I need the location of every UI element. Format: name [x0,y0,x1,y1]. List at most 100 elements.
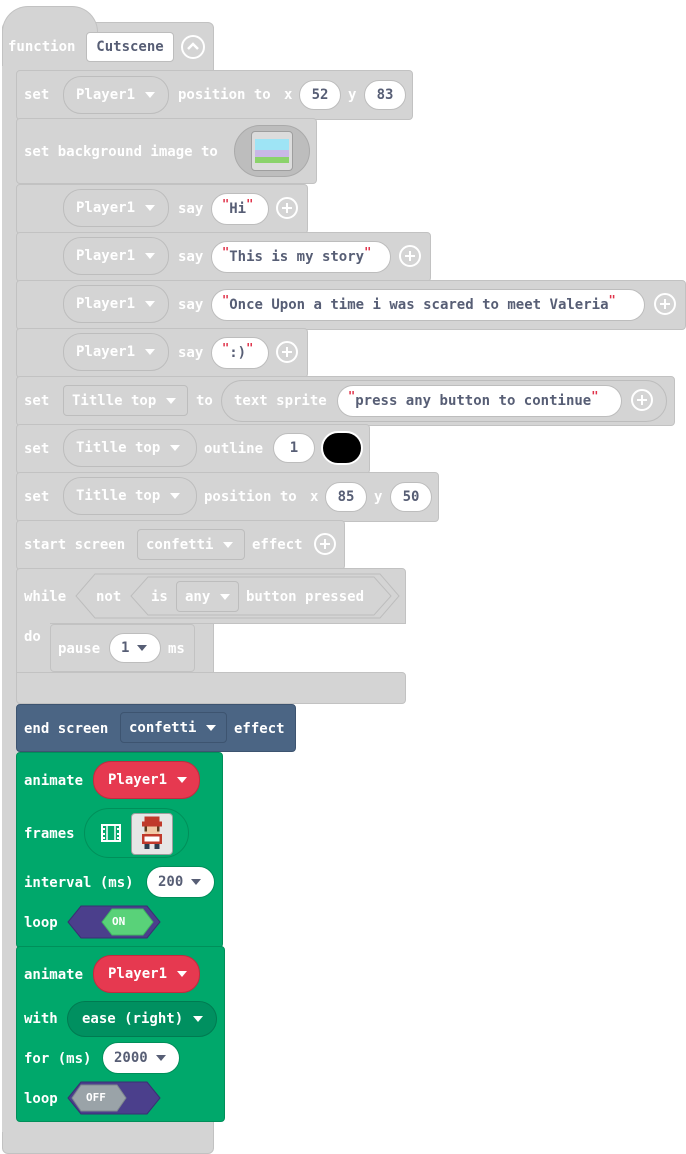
variable-dropdown-label: Titlle top [72,392,157,409]
x-value: 52 [311,87,329,103]
say-text-input[interactable]: " Once Upon a time i was scared to meet V… [211,289,645,321]
loop-label: loop [24,1091,58,1107]
caret-down-icon [206,724,217,731]
caret-down-icon [170,493,181,499]
do-keyword: do [24,629,41,645]
sprite-dropdown-label: Player1 [76,200,136,216]
animate-keyword: animate [24,967,84,983]
button-dropdown[interactable]: any [176,581,239,612]
frames-label: frames [24,826,75,842]
add-parameter-icon[interactable] [654,293,676,315]
chevron-up-icon[interactable] [181,35,205,59]
caret-down-icon [145,92,156,98]
while-keyword: while [24,589,67,605]
caret-down-icon [177,971,188,977]
caret-down-icon [170,445,181,451]
caret-down-icon [177,777,188,783]
motion-dropdown[interactable]: ease (right) [67,1001,217,1037]
add-parameter-icon[interactable] [276,341,298,363]
caret-down-icon [155,1055,166,1061]
function-name-field[interactable]: Cutscene [86,32,174,62]
sprite-dropdown[interactable]: Player1 [63,333,169,371]
duration-dropdown[interactable]: 2000 [102,1042,180,1074]
background-image-picker[interactable] [234,125,310,177]
say-text-input[interactable]: " Hi " [211,193,269,225]
set-keyword: set [24,489,50,505]
caret-down-icon [166,397,177,404]
loop-toggle-off[interactable] [67,1081,161,1115]
caret-down-icon [137,645,148,651]
caret-down-icon [220,593,231,600]
text-sprite-text-input[interactable]: " press any button to continue " [337,385,622,417]
function-spine [2,66,16,1132]
effect-dropdown[interactable]: confetti [137,529,245,560]
landscape-image-icon [251,131,293,171]
y-value-input[interactable]: 50 [390,482,432,512]
for-ms-label: for (ms) [24,1051,92,1067]
x-value-input[interactable]: 85 [325,482,367,512]
say-keyword: say [178,201,204,217]
add-parameter-icon[interactable] [276,197,298,219]
caret-down-icon [145,205,156,211]
say-keyword: say [178,297,204,313]
interval-dropdown[interactable]: 200 [146,866,215,898]
frames-picker[interactable] [84,808,189,858]
start-screen-label: start screen [24,537,126,553]
position-to-label: position to [204,489,297,505]
color-swatch[interactable] [321,431,363,465]
character-sprite-icon [142,816,162,849]
sprite-dropdown-label: Player1 [108,772,168,788]
y-label: y [374,489,383,505]
sprite-dropdown[interactable]: Player1 [93,761,200,799]
text-sprite-label: text sprite [234,393,327,409]
sprite-dropdown-label: Player1 [76,344,136,360]
effect-dropdown[interactable]: confetti [120,712,227,743]
sprite-dropdown-label: Player1 [108,966,168,982]
caret-down-icon [193,1016,204,1022]
x-label: x [310,489,319,505]
motion-dropdown-label: ease (right) [82,1011,184,1027]
pause-keyword: pause [58,641,101,657]
function-hat-cap [2,6,98,32]
sprite-dropdown[interactable]: Titlle top [63,477,197,515]
pause-ms-dropdown[interactable]: 1 [109,633,161,663]
set-keyword: set [24,87,50,103]
caret-down-icon [145,349,156,355]
sprite-dropdown[interactable]: Player1 [63,285,169,323]
variable-dropdown[interactable]: Titlle top [63,385,188,416]
caret-down-icon [191,879,202,885]
loop-state: OFF [86,1091,106,1104]
x-value-input[interactable]: 52 [299,80,341,110]
set-background-label: set background image to [24,144,218,160]
y-value-input[interactable]: 83 [364,80,406,110]
is-keyword: is [151,589,168,605]
position-to-label: position to [178,87,271,103]
film-icon [101,824,121,842]
add-parameter-icon[interactable] [399,245,421,267]
sprite-dropdown[interactable]: Player1 [93,955,200,993]
add-parameter-icon[interactable] [631,389,653,411]
with-label: with [24,1011,58,1027]
function-keyword: function [8,39,76,55]
sprite-dropdown[interactable]: Player1 [63,189,169,227]
say-text-input[interactable]: ":) " [211,337,269,369]
duration-value: 2000 [114,1050,148,1066]
sprite-dropdown[interactable]: Player1 [63,237,169,275]
text-sprite-text: press any button to continue [355,393,592,409]
sprite-dropdown[interactable]: Player1 [63,76,169,114]
set-keyword: set [24,441,50,457]
caret-down-icon [145,301,156,307]
function-name: Cutscene [96,39,164,55]
button-pressed-label: button pressed [246,589,365,605]
x-value: 85 [337,489,355,505]
sprite-dropdown[interactable]: Titlle top [63,429,197,467]
button-dropdown-label: any [185,588,211,605]
to-label: to [196,393,213,409]
sprite-dropdown-label: Titlle top [76,440,161,456]
say-keyword: say [178,345,204,361]
effect-label: effect [234,721,285,737]
say-text-input[interactable]: " This is my story " [211,241,391,273]
outline-width-input[interactable]: 1 [273,433,315,463]
add-parameter-icon[interactable] [314,533,336,555]
sprite-dropdown-label: Titlle top [76,488,161,504]
